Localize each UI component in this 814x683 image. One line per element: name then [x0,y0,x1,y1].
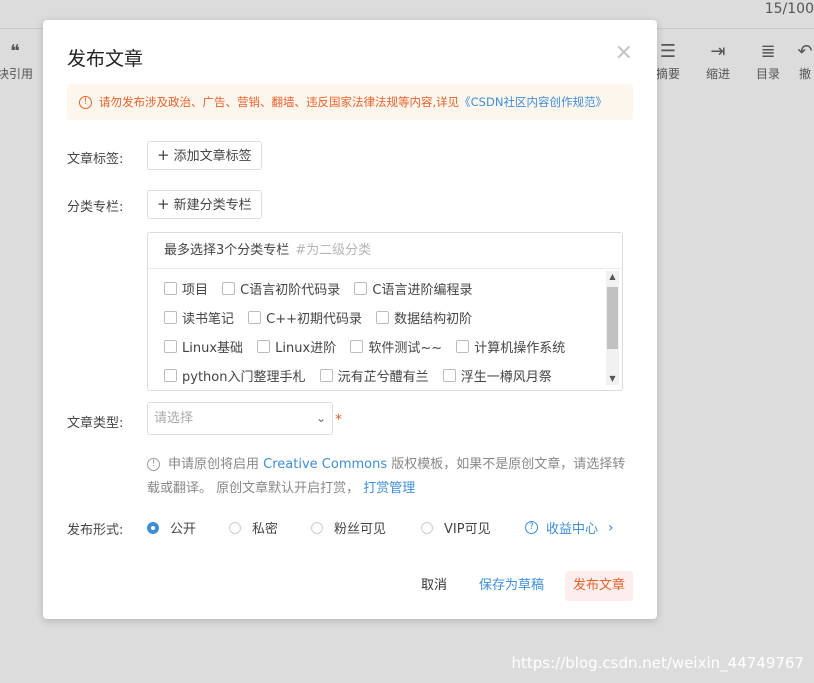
chevron-right-icon: › [608,519,614,536]
notice-text: 请勿发布涉及政治、广告、营销、翻墙、违反国家法律法规等内容,详见 [99,95,460,109]
category-hint: #为二级分类 [295,243,372,258]
category-checkbox[interactable]: 浮生一樽风月祭 [442,366,552,385]
category-checkbox[interactable]: 项目 [164,279,208,298]
warning-icon: ! [79,95,92,109]
category-checkbox[interactable]: 计算机操作系统 [456,337,565,356]
radio-private[interactable]: 私密 [229,518,278,537]
watermark: https://blog.csdn.net/weixin_44749767 [511,654,804,672]
plus-icon: + [157,195,170,213]
reward-manage-link[interactable]: 打赏管理 [363,481,415,496]
category-row: 项目 C语言初阶代码录 C语言进阶编程录 [164,279,482,298]
category-row: Linux基础 Linux进阶 软件测试~~ 计算机操作系统 [164,337,575,356]
toolbar-indent-button[interactable]: ⇥ 缩进 [693,39,743,82]
required-mark: * [335,412,342,428]
info-icon: ! [147,458,160,471]
add-tag-button[interactable]: + 添加文章标签 [147,141,262,170]
radio-fans-only[interactable]: 粉丝可见 [311,518,386,537]
toolbar-label: 块引用 [0,67,33,81]
add-tag-label: 添加文章标签 [173,149,252,164]
radio-vip-only[interactable]: VIP可见 [421,518,491,537]
toolbar-label: 撤 [798,67,811,81]
scroll-down-icon[interactable]: ▼ [606,373,619,385]
category-select-box: 最多选择3个分类专栏 #为二级分类 项目 C语言初阶代码录 C语言进阶编程录 读书… [147,232,623,391]
category-checkbox[interactable]: 数据结构初阶 [376,308,472,327]
tags-label: 文章标签: [67,152,124,167]
category-label: 分类专栏: [67,200,124,215]
toolbar-label: 目录 [755,67,780,81]
chevron-down-icon: ⌄ [315,411,326,425]
creative-commons-link[interactable]: Creative Commons [263,457,387,472]
article-type-placeholder: 请选择 [154,411,194,426]
category-row: python入门整理手札 沅有芷兮醴有兰 浮生一樽风月祭 [164,366,562,385]
undo-icon: ↶ [797,41,813,62]
publish-dialog: 发布文章 × ! 请勿发布涉及政治、广告、营销、翻墙、违反国家法律法规等内容,详… [43,20,657,619]
toolbar-toc-button[interactable]: ≣ 目录 [743,39,793,82]
publish-form-label: 发布形式: [67,523,124,538]
publish-button[interactable]: 发布文章 [565,571,633,601]
save-draft-button[interactable]: 保存为草稿 [479,571,544,601]
close-icon[interactable]: × [615,42,633,64]
category-checkbox[interactable]: C语言初阶代码录 [222,279,340,298]
original-info-text: ! 申请原创将启用 Creative Commons 版权模板，如果不是原创文章，… [147,453,627,501]
quote-icon: ❝ [10,41,20,62]
category-row: 读书笔记 C++初期代码录 数据结构初阶 [164,308,482,327]
article-type-label: 文章类型: [67,416,124,431]
dialog-title: 发布文章 [67,48,144,70]
category-checkbox[interactable]: Linux进阶 [257,337,336,356]
income-center-link[interactable]: ? 收益中心 › [525,518,614,537]
radio-public[interactable]: 公开 [147,518,196,537]
policy-link[interactable]: 《CSDN社区内容创作规范》 [459,94,607,110]
content-policy-notice: ! 请勿发布涉及政治、广告、营销、翻墙、违反国家法律法规等内容,详见 《CSDN… [67,84,633,120]
info-text-1: 申请原创将启用 [168,457,260,472]
category-checkbox[interactable]: 读书笔记 [164,308,234,327]
category-checkbox[interactable]: C语言进阶编程录 [354,279,472,298]
category-checkbox[interactable]: Linux基础 [164,337,243,356]
toolbar-quote-button[interactable]: ❝ 块引用 [0,39,40,82]
scroll-up-icon[interactable]: ▲ [606,271,619,283]
category-list: 项目 C语言初阶代码录 C语言进阶编程录 读书笔记 C++初期代码录 数据结构初… [148,269,604,390]
new-category-button[interactable]: + 新建分类专栏 [147,190,262,219]
title-char-counter: 15/100 [764,1,814,17]
plus-icon: + [157,146,170,164]
category-checkbox[interactable]: 软件测试~~ [350,337,442,356]
cancel-button[interactable]: 取消 [421,571,447,601]
new-category-label: 新建分类专栏 [173,198,252,213]
scrollbar-thumb[interactable] [607,287,618,349]
category-checkbox[interactable]: C++初期代码录 [248,308,362,327]
category-checkbox[interactable]: python入门整理手札 [164,366,305,385]
category-checkbox[interactable]: 沅有芷兮醴有兰 [319,366,429,385]
category-scrollbar[interactable]: ▲ ▼ [606,271,619,385]
category-box-header: 最多选择3个分类专栏 #为二级分类 [148,233,622,269]
article-type-select[interactable]: 请选择 ⌄ [147,402,333,435]
indent-icon: ⇥ [710,41,726,62]
toolbar-label: 缩进 [705,67,730,81]
toolbar-undo-button[interactable]: ↶ 撤 [790,39,814,82]
question-icon: ? [525,521,538,534]
category-limit-text: 最多选择3个分类专栏 [164,243,290,258]
toc-icon: ≣ [760,41,776,62]
